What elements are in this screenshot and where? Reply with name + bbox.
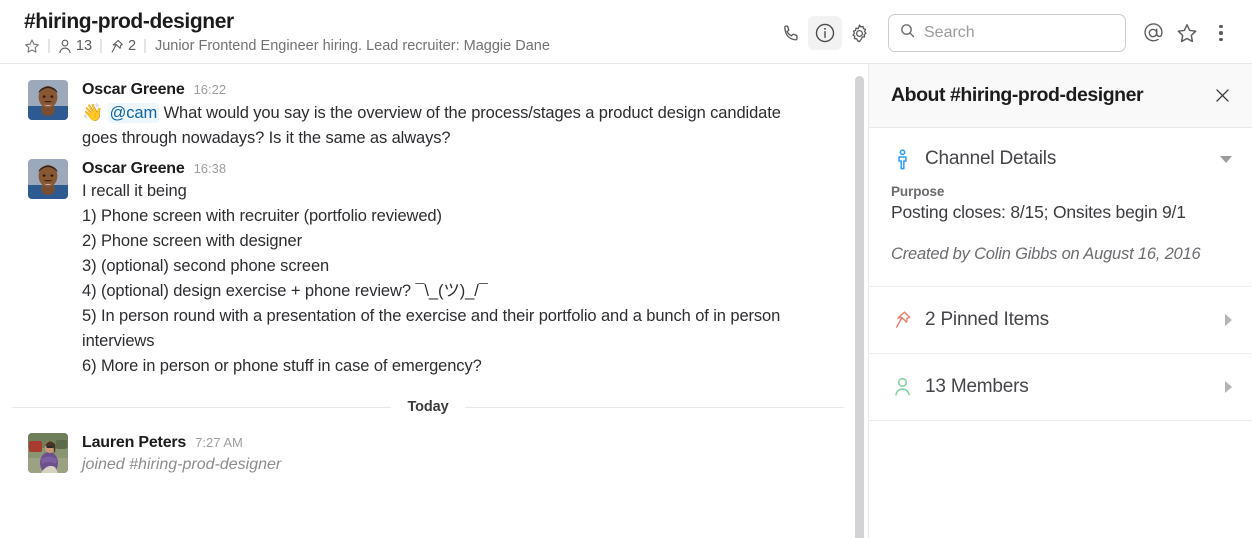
chevron-right-icon[interactable] xyxy=(1225,314,1232,326)
message-line: I recall it being xyxy=(82,179,802,204)
message-line: 2) Phone screen with designer xyxy=(82,229,802,254)
sidebar-filler xyxy=(869,421,1252,538)
message-text: I recall it being 1) Phone screen with r… xyxy=(82,179,802,379)
channel-header-actions xyxy=(774,8,1238,52)
search-box[interactable] xyxy=(888,14,1126,52)
channel-topic[interactable]: Junior Frontend Engineer hiring. Lead re… xyxy=(154,37,550,55)
star-outline-icon[interactable] xyxy=(1170,16,1204,50)
wave-emoji: 👋 xyxy=(82,103,103,122)
message-text: 👋 @cam What would you say is the overvie… xyxy=(82,100,802,151)
meta-separator-1: | xyxy=(40,37,58,55)
sidebar-header: About #hiring-prod-designer xyxy=(869,64,1252,128)
message-head: Oscar Greene 16:38 xyxy=(82,159,844,179)
message-author[interactable]: Oscar Greene xyxy=(82,159,185,179)
message-line: 1) Phone screen with recruiter (portfoli… xyxy=(82,204,802,229)
phone-icon[interactable] xyxy=(774,16,808,50)
message-scrollbar[interactable] xyxy=(852,64,868,538)
channel-header: #hiring-prod-designer | 13 | 2 xyxy=(0,0,1252,64)
chevron-right-icon[interactable] xyxy=(1225,381,1232,393)
meta-separator-3: | xyxy=(136,37,154,55)
channel-body: Oscar Greene 16:22 👋 @cam What would you… xyxy=(0,64,1252,538)
message-list-inner: Oscar Greene 16:22 👋 @cam What would you… xyxy=(0,64,868,477)
purpose-text: Posting closes: 8/15; Onsites begin 9/1 xyxy=(891,200,1232,225)
message-body: Oscar Greene 16:38 I recall it being 1) … xyxy=(82,159,844,379)
kebab-menu-icon[interactable] xyxy=(1204,16,1238,50)
purpose-block: Purpose Posting closes: 8/15; Onsites be… xyxy=(891,170,1232,266)
message-body: Lauren Peters 7:27 AM joined #hiring-pro… xyxy=(82,433,844,477)
info-circle-icon[interactable] xyxy=(808,16,842,50)
sidebar-title: About #hiring-prod-designer xyxy=(891,84,1208,107)
purpose-label: Purpose xyxy=(891,184,1232,199)
message-list: Oscar Greene 16:22 👋 @cam What would you… xyxy=(0,64,869,538)
message-line: 6) More in person or phone stuff in case… xyxy=(82,354,802,379)
created-by-text: Created by Colin Gibbs on August 16, 201… xyxy=(891,242,1232,266)
pin-icon xyxy=(891,310,913,330)
member-count-group[interactable]: 13 xyxy=(58,37,92,55)
pinned-items-label: 2 Pinned Items xyxy=(925,309,1213,331)
message-line: 4) (optional) design exercise + phone re… xyxy=(82,279,802,304)
channel-info-icon xyxy=(891,149,913,170)
message-item: Oscar Greene 16:38 I recall it being 1) … xyxy=(0,157,868,379)
scrollbar-thumb[interactable] xyxy=(855,76,864,538)
message-timestamp: 16:38 xyxy=(194,159,227,179)
at-mention-icon[interactable] xyxy=(1136,16,1170,50)
day-divider: Today xyxy=(12,397,844,417)
meta-separator-2: | xyxy=(92,37,110,55)
message-body: Oscar Greene 16:22 👋 @cam What would you… xyxy=(82,80,844,151)
chevron-down-icon[interactable] xyxy=(1220,156,1232,163)
message-timestamp: 7:27 AM xyxy=(195,433,243,453)
page-title: #hiring-prod-designer xyxy=(24,9,774,35)
message-timestamp: 16:22 xyxy=(194,80,227,100)
person-icon xyxy=(58,39,72,54)
person-icon xyxy=(891,377,913,397)
message-line: 3) (optional) second phone screen xyxy=(82,254,802,279)
search-icon xyxy=(899,22,916,44)
member-count-label: 13 xyxy=(76,37,92,55)
members-label: 13 Members xyxy=(925,376,1213,398)
channel-details-header[interactable]: Channel Details xyxy=(891,148,1232,170)
message-item: Lauren Peters 7:27 AM joined #hiring-pro… xyxy=(0,431,868,477)
slack-channel-window: #hiring-prod-designer | 13 | 2 xyxy=(0,0,1252,538)
avatar[interactable] xyxy=(28,433,68,473)
day-divider-label: Today xyxy=(391,399,464,415)
sidebar-row-pinned-items[interactable]: 2 Pinned Items xyxy=(869,287,1252,354)
pin-icon xyxy=(110,39,124,54)
about-channel-sidebar: About #hiring-prod-designer Channel Deta… xyxy=(869,64,1252,538)
avatar[interactable] xyxy=(28,80,68,120)
message-text-body: What would you say is the overview of th… xyxy=(82,104,781,147)
join-message-text: joined #hiring-prod-designer xyxy=(82,453,844,477)
message-item: Oscar Greene 16:22 👋 @cam What would you… xyxy=(0,78,868,151)
star-outline-icon[interactable] xyxy=(24,38,40,54)
channel-meta-bar: | 13 | 2 | Junior Frontend Engineer hiri… xyxy=(24,37,774,55)
pin-count-group[interactable]: 2 xyxy=(110,37,136,55)
message-head: Oscar Greene 16:22 xyxy=(82,80,844,100)
search-input[interactable] xyxy=(924,24,1115,42)
sidebar-row-members[interactable]: 13 Members xyxy=(869,354,1252,421)
channel-details-label: Channel Details xyxy=(925,148,1208,170)
message-line: 5) In person round with a presentation o… xyxy=(82,304,802,354)
avatar[interactable] xyxy=(28,159,68,199)
message-author[interactable]: Lauren Peters xyxy=(82,433,186,453)
message-head: Lauren Peters 7:27 AM xyxy=(82,433,844,453)
channel-header-left: #hiring-prod-designer | 13 | 2 xyxy=(24,8,774,55)
pin-count-label: 2 xyxy=(128,37,136,55)
message-author[interactable]: Oscar Greene xyxy=(82,80,185,100)
gear-icon[interactable] xyxy=(842,16,876,50)
close-icon[interactable] xyxy=(1208,82,1236,110)
sidebar-section-channel-details: Channel Details Purpose Posting closes: … xyxy=(869,128,1252,287)
user-mention[interactable]: @cam xyxy=(108,103,160,123)
